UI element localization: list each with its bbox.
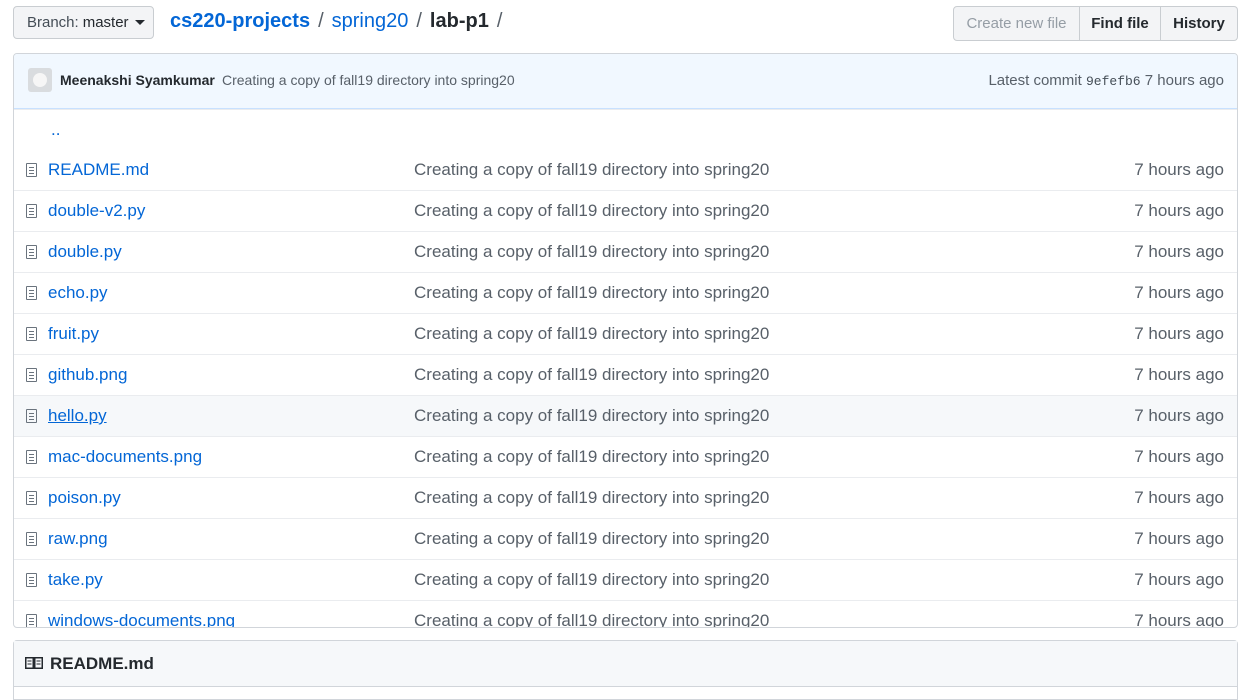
breadcrumb-repo-link[interactable]: cs220-projects: [170, 10, 310, 33]
breadcrumb-separator: /: [416, 10, 422, 32]
file-age: 7 hours ago: [1134, 365, 1224, 384]
file-commit-message[interactable]: Creating a copy of fall19 directory into…: [414, 570, 769, 590]
file-name-link[interactable]: double.py: [48, 242, 122, 262]
breadcrumb-separator: /: [496, 10, 503, 32]
file-row[interactable]: github.png Creating a copy of fall19 dire…: [14, 354, 1237, 395]
file-name-link[interactable]: fruit.py: [48, 324, 99, 344]
file-browser: Meenakshi Syamkumar Creating a copy of f…: [13, 53, 1238, 628]
file-age: 7 hours ago: [1134, 570, 1224, 589]
file-age: 7 hours ago: [1134, 529, 1224, 548]
file-row[interactable]: hello.py Creating a copy of fall19 direct…: [14, 395, 1237, 436]
file-age: 7 hours ago: [1134, 283, 1224, 302]
file-commit-message[interactable]: Creating a copy of fall19 directory into…: [414, 201, 769, 221]
latest-commit-bar: Meenakshi Syamkumar Creating a copy of f…: [14, 54, 1237, 109]
file-row[interactable]: double.py Creating a copy of fall19 direc…: [14, 231, 1237, 272]
file-commit-message[interactable]: Creating a copy of fall19 directory into…: [414, 283, 769, 303]
file-commit-message[interactable]: Creating a copy of fall19 directory into…: [414, 324, 769, 344]
readme-title: README.md: [50, 654, 154, 673]
repo-toolbar: Branch: master cs220-projects / spring20…: [13, 6, 1238, 41]
file-icon: [26, 204, 37, 218]
file-commit-message[interactable]: Creating a copy of fall19 directory into…: [414, 529, 769, 549]
breadcrumb-dir-link[interactable]: spring20: [332, 10, 409, 33]
readme-panel: README.md: [13, 640, 1238, 700]
file-age: 7 hours ago: [1134, 611, 1224, 628]
file-row[interactable]: echo.py Creating a copy of fall19 directo…: [14, 272, 1237, 313]
file-age: 7 hours ago: [1134, 488, 1224, 507]
file-row[interactable]: mac-documents.png Creating a copy of fall…: [14, 436, 1237, 477]
breadcrumb-separator: /: [318, 10, 324, 32]
file-icon: [26, 368, 37, 382]
caret-down-icon: [134, 20, 145, 25]
avatar[interactable]: [28, 68, 52, 92]
file-name-link[interactable]: github.png: [48, 365, 127, 385]
file-actions: Create new file Find file History: [953, 6, 1238, 41]
parent-directory-link[interactable]: ..: [51, 120, 60, 140]
file-name-link[interactable]: double-v2.py: [48, 201, 145, 221]
create-new-file-button[interactable]: Create new file: [953, 6, 1080, 41]
file-commit-message[interactable]: Creating a copy of fall19 directory into…: [414, 488, 769, 508]
file-age: 7 hours ago: [1134, 160, 1224, 179]
file-icon: [26, 327, 37, 341]
commit-message[interactable]: Creating a copy of fall19 directory into…: [222, 72, 515, 88]
commit-author[interactable]: Meenakshi Syamkumar: [60, 72, 215, 88]
file-row[interactable]: README.md Creating a copy of fall19 direc…: [14, 150, 1237, 190]
file-name-link[interactable]: hello.py: [48, 406, 107, 426]
file-age: 7 hours ago: [1134, 201, 1224, 220]
file-name-link[interactable]: take.py: [48, 570, 103, 590]
file-age: 7 hours ago: [1134, 406, 1224, 425]
file-row[interactable]: take.py Creating a copy of fall19 directo…: [14, 559, 1237, 600]
file-name-link[interactable]: README.md: [48, 160, 149, 180]
file-row[interactable]: poison.py Creating a copy of fall19 direc…: [14, 477, 1237, 518]
file-icon: [26, 491, 37, 505]
file-icon: [26, 532, 37, 546]
latest-commit-label: Latest commit: [988, 72, 1082, 89]
file-commit-message[interactable]: Creating a copy of fall19 directory into…: [414, 160, 769, 180]
latest-commit-info: Latest commit 9efefb6 7 hours ago: [988, 72, 1224, 89]
branch-label: Branch:: [27, 14, 79, 31]
commit-age: 7 hours ago: [1144, 72, 1224, 89]
file-icon: [26, 286, 37, 300]
file-commit-message[interactable]: Creating a copy of fall19 directory into…: [414, 242, 769, 262]
file-name-link[interactable]: raw.png: [48, 529, 108, 549]
file-age: 7 hours ago: [1134, 242, 1224, 261]
file-icon: [26, 163, 37, 177]
file-row[interactable]: fruit.py Creating a copy of fall19 direct…: [14, 313, 1237, 354]
file-name-link[interactable]: poison.py: [48, 488, 121, 508]
file-row[interactable]: double-v2.py Creating a copy of fall19 di…: [14, 190, 1237, 231]
file-commit-message[interactable]: Creating a copy of fall19 directory into…: [414, 611, 769, 627]
file-icon: [26, 409, 37, 423]
commit-sha-link[interactable]: 9efefb6: [1086, 74, 1141, 89]
history-button[interactable]: History: [1161, 6, 1238, 41]
find-file-button[interactable]: Find file: [1080, 6, 1161, 41]
file-commit-message[interactable]: Creating a copy of fall19 directory into…: [414, 365, 769, 385]
breadcrumb-current: lab-p1: [429, 10, 489, 32]
file-row[interactable]: raw.png Creating a copy of fall19 directo…: [14, 518, 1237, 559]
file-icon: [26, 450, 37, 464]
file-name-link[interactable]: windows-documents.png: [48, 611, 235, 627]
branch-select-button[interactable]: Branch: master: [13, 6, 154, 39]
file-row[interactable]: windows-documents.png Creating a copy of …: [14, 600, 1237, 628]
file-age: 7 hours ago: [1134, 324, 1224, 343]
file-icon: [26, 614, 37, 627]
updir-row: ..: [14, 109, 1237, 150]
file-commit-message[interactable]: Creating a copy of fall19 directory into…: [414, 406, 769, 426]
file-name-link[interactable]: mac-documents.png: [48, 447, 202, 467]
file-icon: [26, 573, 37, 587]
readme-header: README.md: [14, 641, 1237, 687]
file-commit-message[interactable]: Creating a copy of fall19 directory into…: [414, 447, 769, 467]
file-name-link[interactable]: echo.py: [48, 283, 108, 303]
file-age: 7 hours ago: [1134, 447, 1224, 466]
branch-value: master: [82, 14, 129, 31]
file-icon: [26, 245, 37, 259]
breadcrumb: cs220-projects / spring20 / lab-p1 /: [170, 10, 502, 33]
book-icon: [25, 657, 43, 669]
